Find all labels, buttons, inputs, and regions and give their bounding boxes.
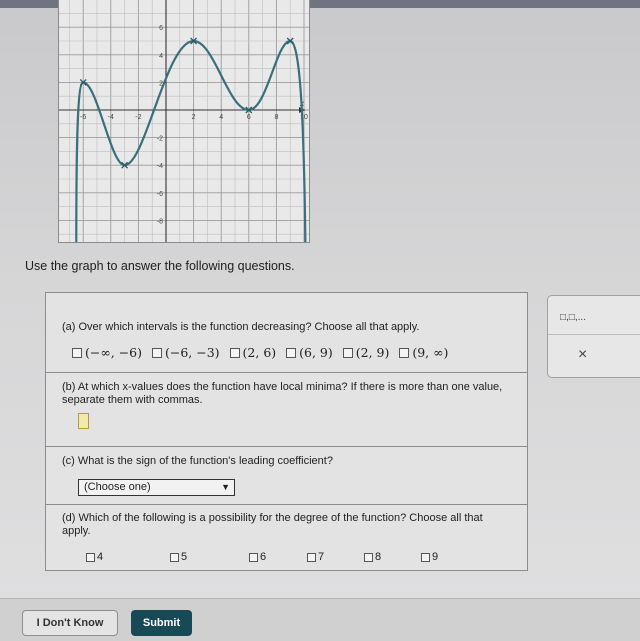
y-tick-label: -4 xyxy=(157,163,163,170)
x-tick-label: -6 xyxy=(80,114,86,121)
list-tool-button[interactable]: □,□,... xyxy=(560,312,586,323)
x-tick-label: 2 xyxy=(192,114,196,121)
checkbox[interactable] xyxy=(286,347,297,358)
option-a-1[interactable]: (−∞, −6) xyxy=(72,345,142,360)
x-tick-label: 4 xyxy=(219,114,223,121)
option-degree-8[interactable]: 8 xyxy=(364,551,381,563)
option-label: 4 xyxy=(97,551,104,563)
select-value: (Choose one) xyxy=(84,481,151,493)
option-label: (2, 6) xyxy=(242,345,277,360)
checkbox[interactable] xyxy=(170,552,179,562)
part-a-options: (−∞, −6) (−6, −3) (2, 6) (6, 9) (2, 9) (… xyxy=(72,345,454,361)
checkbox[interactable] xyxy=(249,552,258,562)
function-graph: x -6 -4 -2 2 4 6 8 10 6 4 2 -2 -4 -6 -8 xyxy=(58,0,310,243)
checkbox[interactable] xyxy=(364,552,373,562)
option-label: (9, ∞) xyxy=(412,345,449,360)
dont-know-button[interactable]: I Don't Know xyxy=(22,610,118,636)
option-degree-5[interactable]: 5 xyxy=(170,551,187,563)
part-a-section: (a) Over which intervals is the function… xyxy=(46,293,527,373)
x-tick-label: -2 xyxy=(135,114,141,121)
y-tick-label: 4 xyxy=(159,53,163,60)
option-a-5[interactable]: (2, 9) xyxy=(342,345,390,360)
y-tick-label: -6 xyxy=(157,191,163,198)
option-label: (2, 9) xyxy=(355,345,390,360)
instructions-text: Use the graph to answer the following qu… xyxy=(25,259,295,273)
checkbox[interactable] xyxy=(86,552,95,562)
side-divider xyxy=(548,334,640,335)
option-label: 5 xyxy=(181,551,188,563)
checkbox[interactable] xyxy=(421,552,430,562)
option-label: 7 xyxy=(318,551,325,563)
part-b-question: (b) At which x-values does the function … xyxy=(62,381,503,406)
close-icon[interactable]: × xyxy=(578,346,587,364)
part-a-question: (a) Over which intervals is the function… xyxy=(62,321,420,333)
checkbox[interactable] xyxy=(307,552,316,562)
local-minima-input[interactable] xyxy=(78,413,89,429)
dropdown-arrow-icon[interactable]: ▼ xyxy=(221,480,230,495)
y-tick-label: -8 xyxy=(157,218,163,225)
checkbox[interactable] xyxy=(399,347,410,358)
side-tool-panel: □,□,... × xyxy=(547,295,640,378)
x-tick-label: 6 xyxy=(247,114,251,121)
option-label: (−∞, −6) xyxy=(85,345,143,360)
question-panel: (a) Over which intervals is the function… xyxy=(45,292,528,571)
option-degree-6[interactable]: 6 xyxy=(249,551,266,563)
checkbox[interactable] xyxy=(152,347,162,358)
option-label: (−6, −3) xyxy=(165,345,220,360)
x-tick-label: 8 xyxy=(274,114,278,121)
part-c-question: (c) What is the sign of the function's l… xyxy=(62,455,333,467)
submit-button[interactable]: Submit xyxy=(131,610,192,636)
checkbox[interactable] xyxy=(342,347,353,358)
option-label: 8 xyxy=(375,551,382,563)
option-label: (6, 9) xyxy=(299,345,333,360)
checkbox[interactable] xyxy=(72,347,82,358)
part-d-section: (d) Which of the following is a possibil… xyxy=(46,505,527,572)
y-tick-label: 6 xyxy=(159,25,163,32)
checkbox[interactable] xyxy=(229,347,240,358)
option-label: 6 xyxy=(260,551,267,563)
option-label: 9 xyxy=(432,551,439,563)
x-tick-label: -4 xyxy=(108,114,114,121)
y-tick-label: -2 xyxy=(157,136,163,143)
graph-svg: x -6 -4 -2 2 4 6 8 10642-2-4-6-8 xyxy=(59,0,309,242)
part-c-section: (c) What is the sign of the function's l… xyxy=(46,447,527,505)
option-degree-4[interactable]: 4 xyxy=(86,551,103,563)
option-a-2[interactable]: (−6, −3) xyxy=(152,345,220,360)
option-a-4[interactable]: (6, 9) xyxy=(286,345,333,360)
option-degree-9[interactable]: 9 xyxy=(421,551,438,563)
option-a-6[interactable]: (9, ∞) xyxy=(399,345,448,360)
leading-coefficient-select[interactable]: (Choose one) ▼ xyxy=(78,479,235,496)
option-a-3[interactable]: (2, 6) xyxy=(229,345,277,360)
part-b-section: (b) At which x-values does the function … xyxy=(46,373,527,447)
part-d-question: (d) Which of the following is a possibil… xyxy=(62,512,483,537)
option-degree-7[interactable]: 7 xyxy=(307,551,324,563)
